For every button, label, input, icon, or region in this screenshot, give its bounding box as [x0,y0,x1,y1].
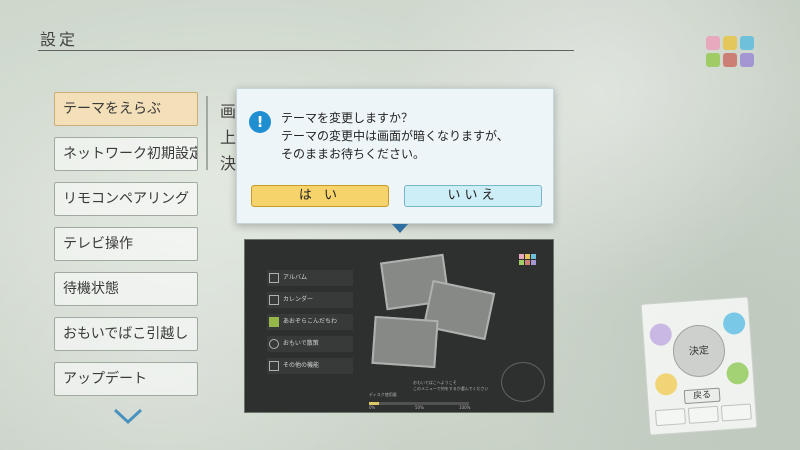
dialog-message-line: テーマの変更中は画面が暗くなりますが、 [281,129,509,143]
yes-button[interactable]: は い [251,185,389,207]
dialog-pointer-icon [392,224,408,233]
dialog-message-line: そのままお待ちください。 [281,147,426,161]
confirm-dialog: ! テーマを変更しますか？ テーマの変更中は画面が暗くなりますが、 そのままお待… [236,88,554,224]
no-button[interactable]: いいえ [404,185,542,207]
dialog-message-line: テーマを変更しますか？ [281,111,414,125]
exclamation-icon: ! [249,111,271,133]
